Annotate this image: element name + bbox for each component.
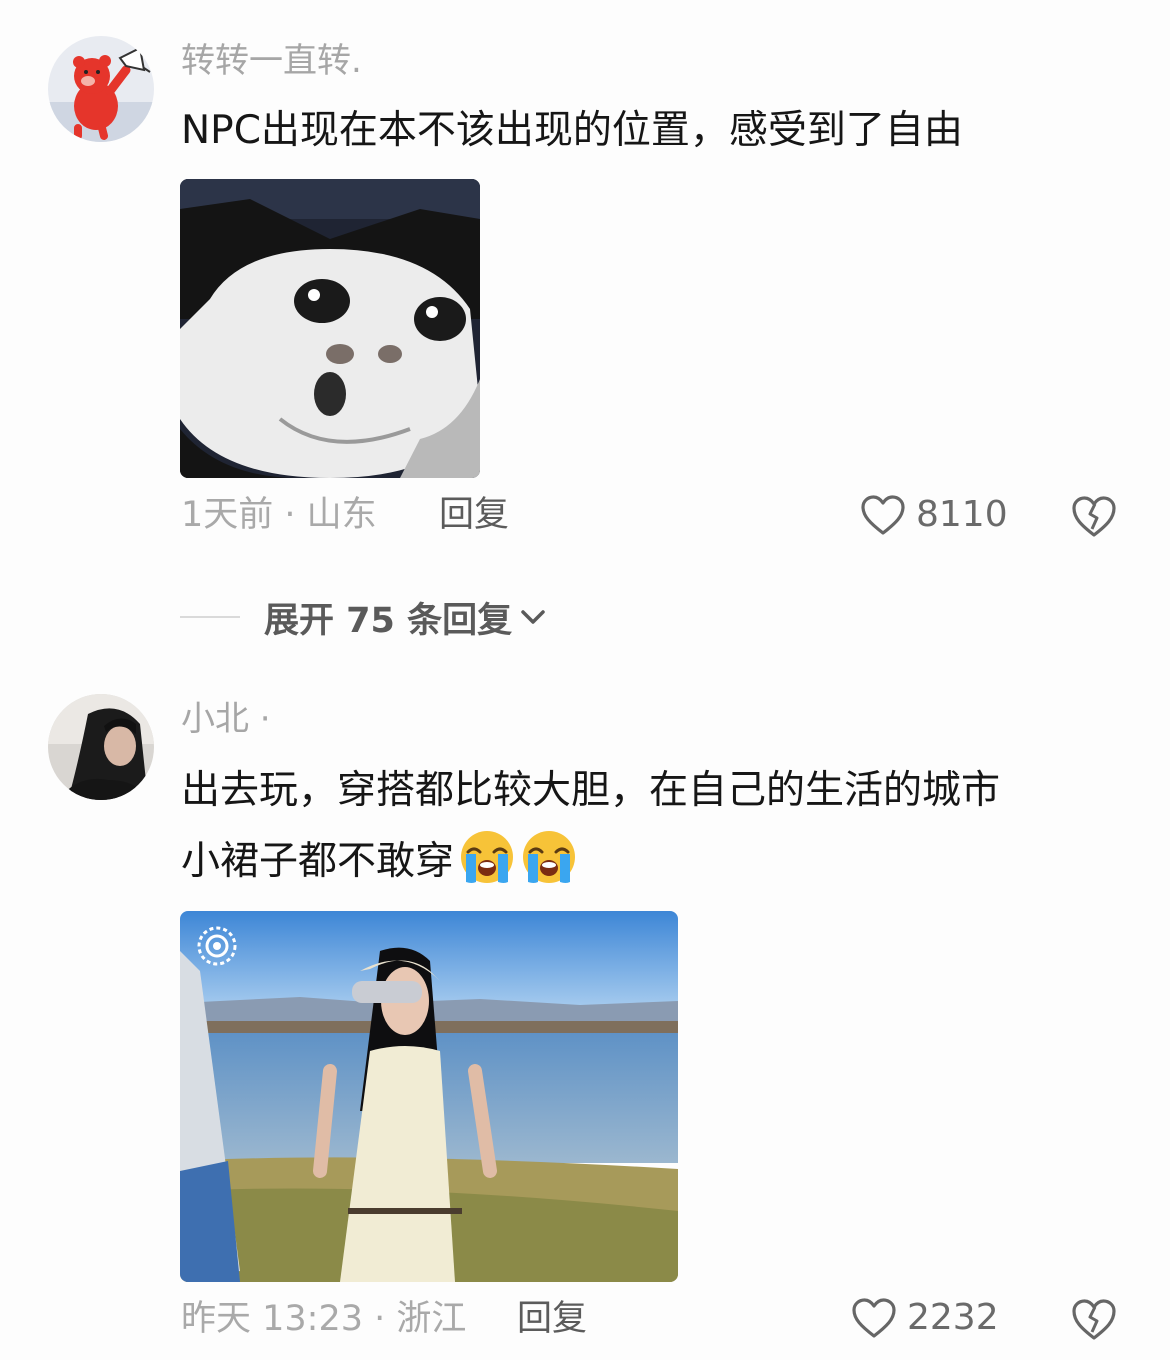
loudly-crying-face-emoji-icon <box>523 831 576 883</box>
crying-cat-image-icon <box>180 179 480 478</box>
dislike-button[interactable] <box>1070 493 1118 539</box>
avatar[interactable] <box>48 694 154 800</box>
like-button[interactable]: 8110 <box>860 494 1008 536</box>
comment-time-location: 昨天 13:23 · 浙江 <box>181 1299 467 1339</box>
heart-icon <box>852 1298 896 1338</box>
comment-text: 出去玩，穿搭都比较大胆，在自己的生活的城市 <box>181 768 1001 813</box>
like-count: 2232 <box>907 1297 999 1338</box>
username[interactable]: 转转一直转. <box>181 44 362 78</box>
broken-heart-icon <box>1072 496 1116 537</box>
like-button[interactable]: 2232 <box>851 1297 999 1339</box>
expand-replies-label: 展开 75 条回复 <box>264 600 513 641</box>
chevron-down-icon <box>521 610 545 624</box>
lakeside-photo-icon <box>180 911 678 1282</box>
comment-item: 转转一直转. NPC出现在本不该出现的位置，感受到了自由 1天前 · 山东 回复 <box>0 0 1170 560</box>
divider-line <box>180 616 240 618</box>
reply-button[interactable]: 回复 <box>439 498 509 533</box>
comment-time-location: 1天前 · 山东 <box>181 495 377 535</box>
user-photo-avatar-icon <box>48 694 154 800</box>
avatar[interactable] <box>48 36 154 142</box>
comment-text: NPC出现在本不该出现的位置，感受到了自由 <box>181 108 963 153</box>
expand-replies-button[interactable]: 展开 75 条回复 <box>180 592 548 642</box>
dislike-button[interactable] <box>1070 1296 1118 1342</box>
username[interactable]: 小北 · <box>181 702 271 736</box>
comment-image[interactable] <box>180 179 480 478</box>
loudly-crying-face-emoji-icon <box>461 831 514 883</box>
heart-icon <box>861 495 905 535</box>
comment-image[interactable] <box>180 911 678 1282</box>
like-count: 8110 <box>916 494 1008 535</box>
red-bear-avatar-icon <box>48 36 154 142</box>
comment-text-line: 小裙子都不敢穿 <box>181 839 455 884</box>
broken-heart-icon <box>1072 1299 1116 1340</box>
comment-text: 小裙子都不敢穿 <box>181 828 578 895</box>
reply-button[interactable]: 回复 <box>517 1302 587 1337</box>
